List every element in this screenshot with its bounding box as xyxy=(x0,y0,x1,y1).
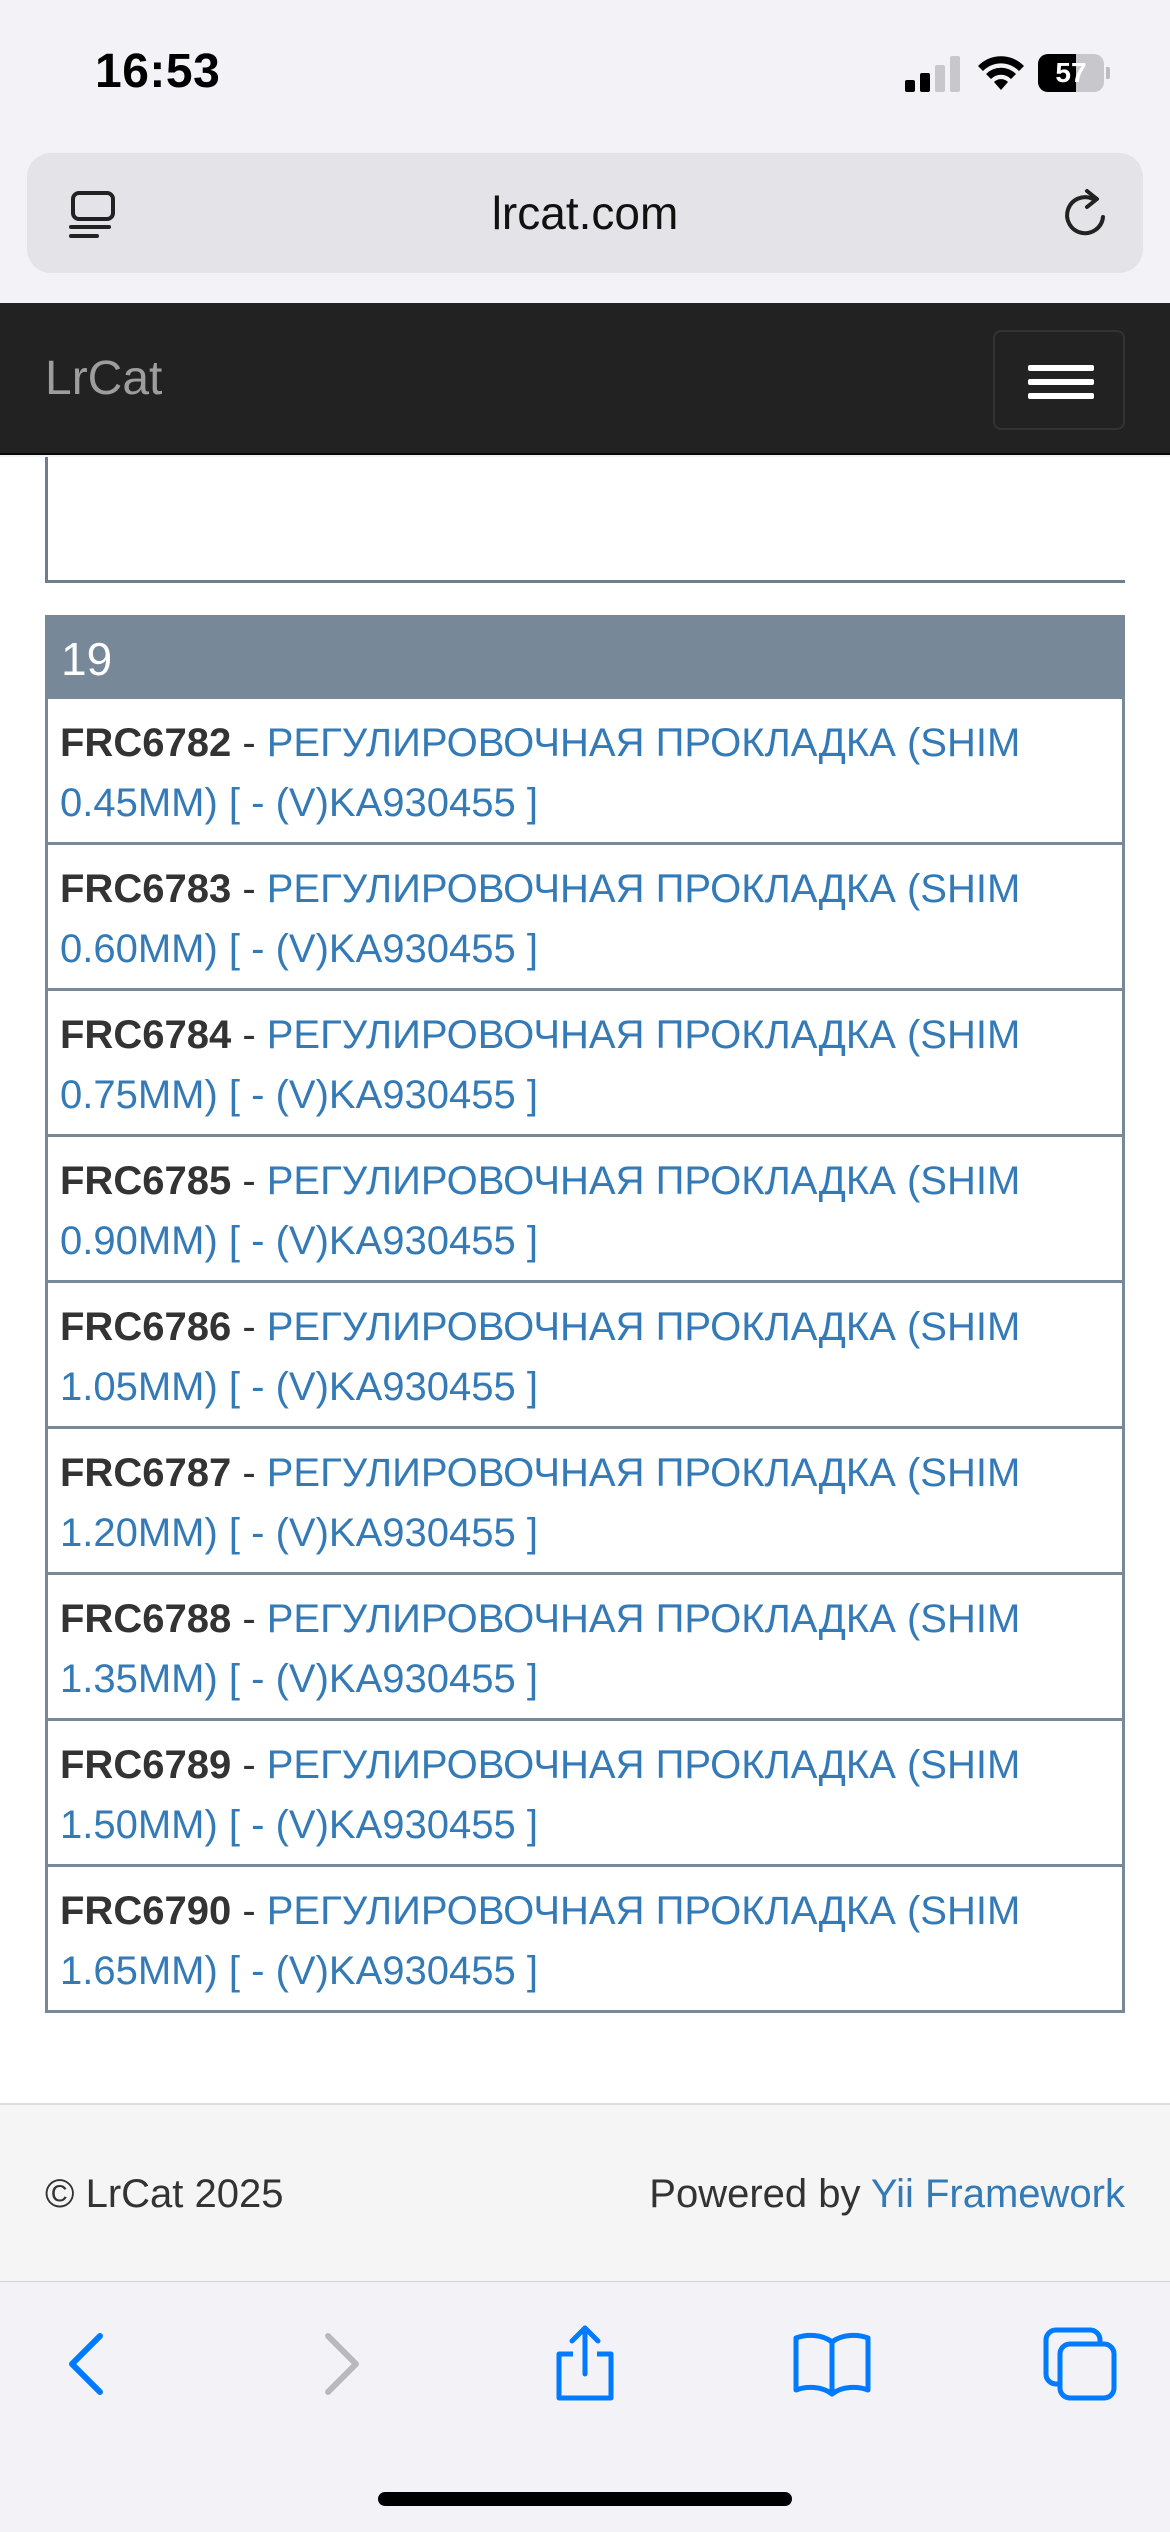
menu-toggle-button[interactable] xyxy=(993,330,1125,430)
group-header: 19 xyxy=(45,615,1125,699)
separator: - xyxy=(231,1743,267,1787)
tabs-icon[interactable] xyxy=(1040,2324,1120,2404)
separator: - xyxy=(231,1159,267,1203)
part-code: FRC6786 xyxy=(60,1305,232,1349)
part-row: FRC6785 - РЕГУЛИРОВОЧНАЯ ПРОКЛАДКА (SHIM… xyxy=(45,1137,1125,1283)
parts-list: FRC6782 - РЕГУЛИРОВОЧНАЯ ПРОКЛАДКА (SHIM… xyxy=(45,699,1125,2013)
reload-icon[interactable] xyxy=(1059,187,1113,241)
part-row: FRC6788 - РЕГУЛИРОВОЧНАЯ ПРОКЛАДКА (SHIM… xyxy=(45,1575,1125,1721)
part-code: FRC6790 xyxy=(60,1889,232,1933)
previous-group-box xyxy=(45,457,1125,583)
part-row: FRC6786 - РЕГУЛИРОВОЧНАЯ ПРОКЛАДКА (SHIM… xyxy=(45,1283,1125,1429)
main-content: 19 FRC6782 - РЕГУЛИРОВОЧНАЯ ПРОКЛАДКА (S… xyxy=(0,457,1170,2105)
copyright-text: © LrCat 2025 xyxy=(45,2172,284,2216)
separator: - xyxy=(231,867,267,911)
hamburger-icon xyxy=(1028,365,1094,371)
part-row: FRC6783 - РЕГУЛИРОВОЧНАЯ ПРОКЛАДКА (SHIM… xyxy=(45,845,1125,991)
forward-icon[interactable] xyxy=(300,2324,380,2404)
battery-percentage: 57 xyxy=(1055,57,1087,88)
cellular-signal-icon xyxy=(905,56,961,92)
powered-by: Powered by Yii Framework xyxy=(649,2105,1125,2283)
part-row: FRC6787 - РЕГУЛИРОВОЧНАЯ ПРОКЛАДКА (SHIM… xyxy=(45,1429,1125,1575)
separator: - xyxy=(231,1013,267,1057)
part-code: FRC6789 xyxy=(60,1743,232,1787)
part-code: FRC6783 xyxy=(60,867,232,911)
part-row: FRC6789 - РЕГУЛИРОВОЧНАЯ ПРОКЛАДКА (SHIM… xyxy=(45,1721,1125,1867)
separator: - xyxy=(231,1889,267,1933)
address-bar[interactable]: lrcat.com xyxy=(27,153,1143,273)
powered-by-prefix: Powered by xyxy=(649,2172,871,2216)
part-code: FRC6785 xyxy=(60,1159,232,1203)
parts-group: 19 FRC6782 - РЕГУЛИРОВОЧНАЯ ПРОКЛАДКА (S… xyxy=(45,615,1125,2013)
battery-icon: 57 xyxy=(1038,54,1110,92)
part-row: FRC6784 - РЕГУЛИРОВОЧНАЯ ПРОКЛАДКА (SHIM… xyxy=(45,991,1125,1137)
separator: - xyxy=(231,1597,267,1641)
yii-framework-link[interactable]: Yii Framework xyxy=(871,2172,1125,2216)
part-code: FRC6787 xyxy=(60,1451,232,1495)
home-indicator xyxy=(378,2492,792,2506)
wifi-icon xyxy=(978,56,1024,90)
back-icon[interactable] xyxy=(48,2324,128,2404)
separator: - xyxy=(231,1451,267,1495)
part-code: FRC6788 xyxy=(60,1597,232,1641)
site-navbar: LrCat xyxy=(0,303,1170,455)
status-time: 16:53 xyxy=(95,45,221,98)
status-bar: 16:53 57 xyxy=(0,0,1170,150)
separator: - xyxy=(231,721,267,765)
footer: © LrCat 2025 Powered by Yii Framework xyxy=(0,2103,1170,2281)
bookmarks-icon[interactable] xyxy=(792,2324,872,2404)
part-code: FRC6784 xyxy=(60,1013,232,1057)
separator: - xyxy=(231,1305,267,1349)
brand-link[interactable]: LrCat xyxy=(45,303,162,455)
part-code: FRC6782 xyxy=(60,721,232,765)
url-text[interactable]: lrcat.com xyxy=(27,153,1143,273)
share-icon[interactable] xyxy=(545,2324,625,2404)
part-row: FRC6790 - РЕГУЛИРОВОЧНАЯ ПРОКЛАДКА (SHIM… xyxy=(45,1867,1125,2013)
part-row: FRC6782 - РЕГУЛИРОВОЧНАЯ ПРОКЛАДКА (SHIM… xyxy=(45,699,1125,845)
